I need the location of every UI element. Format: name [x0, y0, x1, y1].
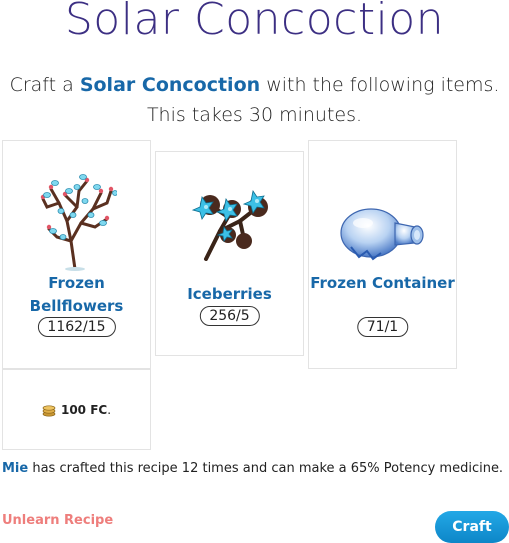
- intro-duration: This takes 30 minutes.: [146, 104, 363, 126]
- craft-button[interactable]: Craft: [435, 511, 509, 543]
- ingredient-name[interactable]: Frozen Container: [309, 272, 456, 295]
- intro-item-name: Solar Concoction: [79, 74, 261, 96]
- ingredient-card-frozen-bellflowers: Frozen Bellflowers 1162/15: [2, 140, 151, 369]
- coin-stack-icon: [42, 404, 56, 417]
- page-title: Solar Concoction: [64, 0, 445, 45]
- ingredient-card-frozen-container: Frozen Container 71/1: [308, 140, 457, 369]
- iceberries-icon: [191, 189, 268, 261]
- fee-amount: 100 FC: [60, 402, 108, 417]
- frozen-container-icon: [339, 208, 424, 261]
- ingredient-card-iceberries: Iceberries 256/5: [155, 151, 304, 356]
- fee-trail: .: [107, 402, 112, 417]
- craft-history-text: has crafted this recipe 12 times and can…: [28, 461, 504, 476]
- craft-history: Mie has crafted this recipe 12 times and…: [2, 461, 507, 476]
- crafter-name[interactable]: Mie: [2, 461, 28, 476]
- intro-line: Craft a Solar Concoction with the follow…: [0, 70, 509, 100]
- craft-fee: 100 FC.: [2, 369, 151, 450]
- recipe-intro: Craft a Solar Concoction with the follow…: [0, 70, 509, 130]
- frozen-bellflowers-icon: [40, 174, 117, 271]
- ingredient-name[interactable]: Frozen Bellflowers: [3, 272, 150, 318]
- ingredient-count: 71/1: [356, 317, 409, 337]
- intro-suffix: with the following items.: [260, 74, 500, 96]
- ingredient-name[interactable]: Iceberries: [156, 283, 303, 306]
- ingredient-count: 256/5: [199, 306, 260, 326]
- intro-prefix: Craft a: [9, 74, 80, 96]
- unlearn-recipe-link[interactable]: Unlearn Recipe: [2, 513, 113, 528]
- ingredient-count: 1162/15: [37, 317, 116, 337]
